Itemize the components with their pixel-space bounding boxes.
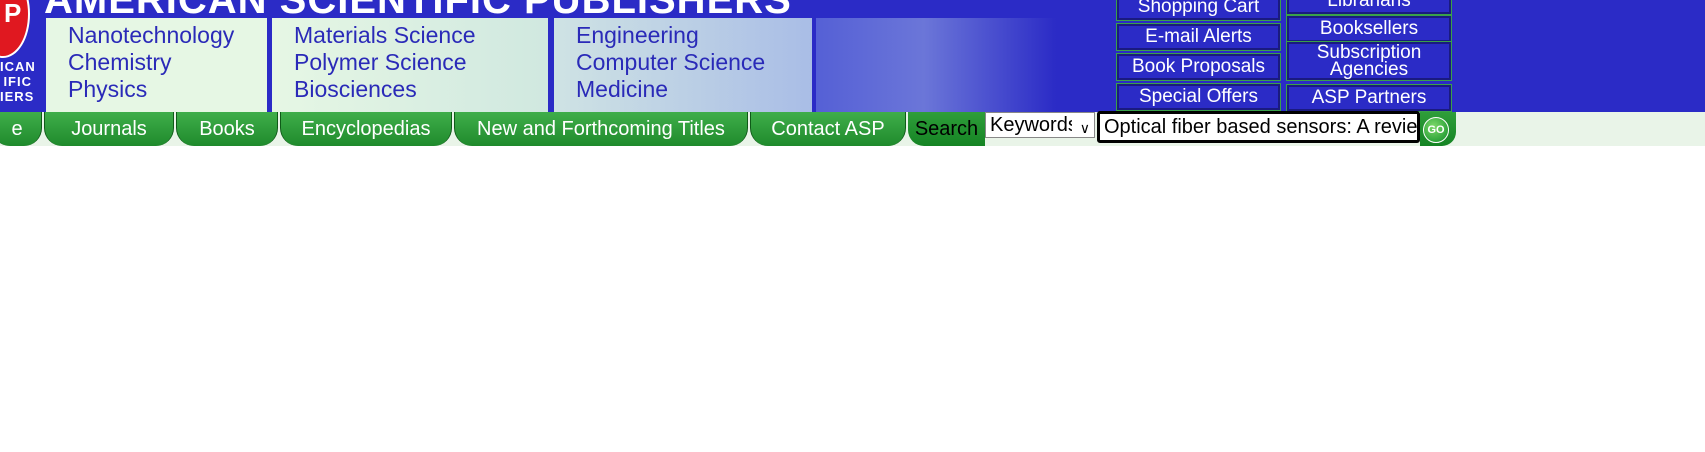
logo-text-line-1: ICAN [0,59,36,74]
go-button[interactable]: GO [1423,117,1449,143]
booksellers-button[interactable]: Booksellers [1286,15,1452,43]
asp-logo[interactable]: P [0,0,30,58]
librarians-button[interactable]: Librarians [1286,0,1452,15]
logo-text-line-2: IFIC [3,74,32,89]
subject-link-polymer-science[interactable]: Polymer Science [294,49,548,76]
go-button-wrap: GO [1420,112,1456,146]
logo-letter: P [4,0,22,28]
asp-partners-button[interactable]: ASP Partners [1286,84,1452,112]
nav-tab-contact-asp[interactable]: Contact ASP [750,112,906,146]
subject-link-medicine[interactable]: Medicine [576,76,812,103]
subject-group-2: Materials Science Polymer Science Biosci… [272,18,548,112]
subject-link-nanotechnology[interactable]: Nanotechnology [68,22,267,49]
nav-tab-encyclopedias[interactable]: Encyclopedias [280,112,452,146]
subject-link-biosciences[interactable]: Biosciences [294,76,548,103]
subject-link-materials-science[interactable]: Materials Science [294,22,548,49]
search-label: Search [908,112,985,146]
nav-tab-books[interactable]: Books [176,112,278,146]
shopping-cart-button[interactable]: Shopping Cart [1116,0,1281,21]
subject-link-computer-science[interactable]: Computer Science [576,49,812,76]
special-offers-button[interactable]: Special Offers [1116,83,1281,111]
subject-group-1: Nanotechnology Chemistry Physics [46,18,267,112]
nav-tab-new-forthcoming-titles[interactable]: New and Forthcoming Titles [454,112,748,146]
nav-tab-home[interactable]: e [0,112,42,146]
book-proposals-button[interactable]: Book Proposals [1116,53,1281,81]
site-header: P ICAN IFIC IERS AMERICAN SCIENTIFIC PUB… [0,0,1705,112]
email-alerts-button[interactable]: E-mail Alerts [1116,23,1281,51]
subscription-agencies-button[interactable]: Subscription Agencies [1286,41,1452,81]
page: P ICAN IFIC IERS AMERICAN SCIENTIFIC PUB… [0,0,1705,452]
subject-link-chemistry[interactable]: Chemistry [68,49,267,76]
search-input[interactable]: Optical fiber based sensors: A revie [1097,111,1420,143]
search-type-value: Keywords [990,114,1072,136]
subject-group-3: Engineering Computer Science Medicine [554,18,812,112]
subject-link-engineering[interactable]: Engineering [576,22,812,49]
chevron-down-icon: ∨ [1079,120,1090,136]
header-gradient-area [816,18,1056,112]
nav-tab-journals[interactable]: Journals [44,112,174,146]
subject-link-physics[interactable]: Physics [68,76,267,103]
search-type-select[interactable]: Keywords ∨ [985,112,1095,138]
logo-text-line-3: IERS [0,89,35,104]
